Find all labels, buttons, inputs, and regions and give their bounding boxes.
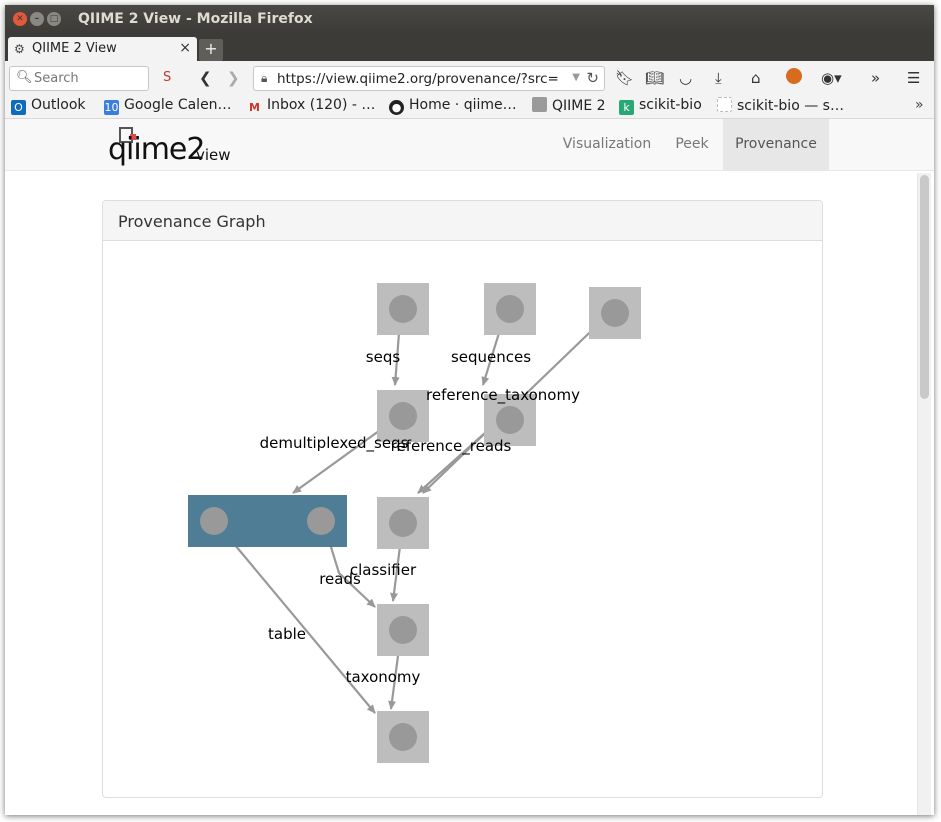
navigation-bar: 🔍︎ Search S ❮ ❯ 🔒︎ https://view.qiime2.o… <box>5 61 934 96</box>
bookmarks-overflow-icon[interactable]: » <box>915 97 924 113</box>
overflow-icon[interactable]: » <box>871 69 880 87</box>
edge-label-reads: reads <box>319 570 361 588</box>
github-icon: ● <box>389 100 404 115</box>
edge-label-sequences: sequences <box>451 348 531 366</box>
page-icon <box>717 97 732 112</box>
profile-icon[interactable] <box>786 68 802 84</box>
artifact-node[interactable] <box>377 711 429 763</box>
bookmark-github[interactable]: ● Home · qiime… <box>389 97 517 115</box>
new-tab-button[interactable]: + <box>199 39 223 61</box>
downloads-icon[interactable]: ⤓ <box>715 69 722 87</box>
browser-tab-label: QIIME 2 View <box>32 41 117 56</box>
edge-label-seqs: seqs <box>366 348 401 366</box>
search-input[interactable]: 🔍︎ Search <box>9 66 149 91</box>
back-icon[interactable]: ❮ <box>199 69 212 87</box>
url-text: https://view.qiime2.org/provenance/?src= <box>277 71 559 87</box>
bookmark-label: scikit-bio — s… <box>737 98 844 114</box>
tab-provenance[interactable]: Provenance <box>723 119 829 170</box>
lock-icon: 🔒︎ <box>261 71 268 85</box>
page-scrollbar[interactable] <box>917 173 931 815</box>
url-bar[interactable]: 🔒︎ https://view.qiime2.org/provenance/?s… <box>253 66 605 91</box>
bookmark-label: Outlook <box>31 97 86 113</box>
tab-strip: ⚙ QIIME 2 View × + <box>5 34 934 61</box>
bookmark-label: Inbox (120) - … <box>267 97 376 113</box>
artifact-node[interactable] <box>589 287 641 339</box>
home-icon[interactable]: ⌂ <box>751 69 761 87</box>
logo-text: qiime2 <box>108 132 205 167</box>
google-calendar-icon: 10 <box>104 100 119 115</box>
bookmark-label: scikit-bio <box>639 97 702 113</box>
bookmark-google-calendar[interactable]: 10 Google Calen… <box>104 97 232 115</box>
artifact-node[interactable] <box>377 283 429 335</box>
edge-label-table: table <box>268 625 306 643</box>
folder-icon <box>532 97 547 112</box>
bookmark-qiime2-folder[interactable]: QIIME 2 <box>532 97 606 114</box>
artifact-node[interactable] <box>377 497 429 549</box>
bookmarks-bar: O Outlook 10 Google Calen… M Inbox (120) - … <box>5 95 934 119</box>
url-dropdown-icon[interactable]: ▼ <box>572 72 580 83</box>
forward-icon[interactable]: ❯ <box>227 69 240 87</box>
logo-subtext: view <box>196 146 231 164</box>
window-maximize-button[interactable]: □ <box>47 12 61 26</box>
bookmark-scikit-bio-docs[interactable]: scikit-bio — s… <box>717 97 844 114</box>
reload-icon[interactable]: ↻ <box>586 69 599 87</box>
gmail-icon: M <box>249 101 260 114</box>
tab-peek[interactable]: Peek <box>665 119 719 170</box>
search-placeholder: Search <box>34 71 79 86</box>
bookmark-label: Google Calen… <box>124 97 232 113</box>
addon-icon[interactable]: S <box>163 70 171 85</box>
pocket-icon[interactable]: ◡ <box>679 69 692 87</box>
edge-label-taxonomy: taxonomy <box>346 668 421 686</box>
window-title: QIIME 2 View - Mozilla Firefox <box>78 11 313 27</box>
menu-icon[interactable]: ☰ <box>907 69 920 87</box>
bookmark-label: QIIME 2 <box>552 98 606 114</box>
artifact-node[interactable] <box>377 604 429 656</box>
window-close-button[interactable]: ✕ <box>13 12 27 26</box>
extension-icon[interactable]: ◉▾ <box>821 69 842 87</box>
qiime-favicon-icon: ⚙ <box>14 42 25 56</box>
browser-tab[interactable]: ⚙ QIIME 2 View × <box>8 37 197 61</box>
edge-label-reference-reads: reference_reads <box>391 437 512 456</box>
provenance-panel: Provenance Graph seqs sequences referenc… <box>102 200 823 798</box>
bookmark-gmail[interactable]: M Inbox (120) - … <box>247 97 375 115</box>
browser-window: ✕ – □ QIIME 2 View - Mozilla Firefox ⚙ Q… <box>5 5 934 815</box>
window-minimize-button[interactable]: – <box>30 12 44 26</box>
edge-label-reference-taxonomy: reference_taxonomy <box>426 386 580 405</box>
graph-nodes <box>188 283 641 763</box>
tab-visualization[interactable]: Visualization <box>557 119 657 170</box>
bookmark-label: Home · qiime… <box>409 97 517 113</box>
selected-action-node[interactable] <box>188 495 347 547</box>
outlook-icon: O <box>11 100 26 115</box>
provenance-graph: seqs sequences reference_taxonomy demult… <box>188 283 641 763</box>
app-navbar: qiime2 view Visualization Peek Provenanc… <box>5 119 934 171</box>
scrollbar-thumb[interactable] <box>920 175 929 399</box>
artifact-node[interactable] <box>484 283 536 335</box>
scikit-bio-icon: k <box>619 100 634 115</box>
bookmark-outlook[interactable]: O Outlook <box>11 97 86 115</box>
edge-label-demultiplexed-seqs: demultiplexed_seqs <box>260 434 409 453</box>
bookmark-scikit-bio[interactable]: k scikit-bio <box>619 97 702 115</box>
tab-close-icon[interactable]: × <box>179 40 191 56</box>
bookmark-icon[interactable]: 🔖︎ <box>615 69 634 87</box>
search-icon: 🔍︎ <box>16 70 33 85</box>
title-bar: ✕ – □ QIIME 2 View - Mozilla Firefox <box>5 5 934 34</box>
reader-view-icon[interactable]: 📖︎ <box>645 69 664 87</box>
